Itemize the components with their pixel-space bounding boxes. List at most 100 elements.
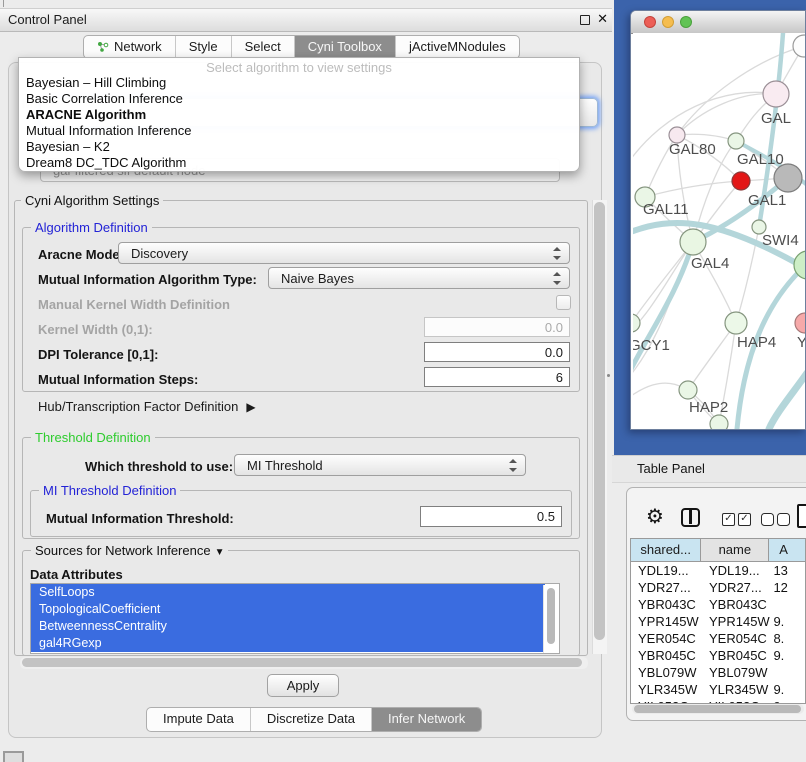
node-label: GAL1 xyxy=(748,192,786,209)
tab-select[interactable]: Select xyxy=(231,36,294,58)
float-window-button[interactable] xyxy=(580,15,590,25)
network-node[interactable] xyxy=(710,415,728,429)
attributes-scrollbar-thumb[interactable] xyxy=(547,588,555,644)
threshold-definition-title: Threshold Definition xyxy=(31,430,155,445)
checked-checkbox-icon[interactable]: ✓ xyxy=(722,513,735,526)
network-node-hap2[interactable] xyxy=(679,381,697,399)
node-table[interactable]: shared... name A YDL19...YDL19...13YDR27… xyxy=(630,538,806,704)
mi-type-combobox[interactable]: Naive Bayes xyxy=(268,267,570,289)
tab-style[interactable]: Style xyxy=(175,36,231,58)
attribute-item[interactable]: gal4RGexp xyxy=(31,635,545,652)
node-label: Y xyxy=(797,334,805,351)
table-cell: 8. xyxy=(770,630,805,647)
network-window-titlebar[interactable] xyxy=(631,11,805,34)
splitter-handle[interactable] xyxy=(607,374,610,377)
node-label: SWI4 xyxy=(762,232,799,249)
close-window-icon[interactable] xyxy=(644,16,656,28)
close-panel-button[interactable]: ✕ xyxy=(597,11,608,27)
attribute-item[interactable]: SelfLoops xyxy=(31,584,545,601)
sources-title-text: Sources for Network Inference xyxy=(35,543,211,558)
network-node-y[interactable] xyxy=(795,313,805,333)
minimize-window-icon[interactable] xyxy=(662,16,674,28)
unchecked-checkbox-icon[interactable] xyxy=(777,513,790,526)
table-row[interactable]: YBL079WYBL079W xyxy=(631,664,805,681)
table-row[interactable]: YBR045CYBR045C9. xyxy=(631,647,805,664)
node-label: GAL4 xyxy=(691,255,729,272)
network-node-gal[interactable] xyxy=(763,81,789,107)
dpi-tolerance-field[interactable]: 0.0 xyxy=(424,342,570,362)
table-row[interactable]: YLR345WYLR345W9. xyxy=(631,681,805,698)
checked-checkbox-icon[interactable]: ✓ xyxy=(738,513,751,526)
mi-threshold-label: Mutual Information Threshold: xyxy=(46,511,234,526)
table-cell: YER054C xyxy=(631,630,702,647)
table-cell: YBL079W xyxy=(702,664,770,681)
algorithm-option[interactable]: Bayesian – Hill Climbing xyxy=(19,75,579,91)
network-node-gcy1[interactable] xyxy=(633,314,640,332)
settings-horizontal-scrollbar-thumb[interactable] xyxy=(22,658,582,667)
column-header-shared-name[interactable]: shared... xyxy=(631,539,701,561)
mi-threshold-field[interactable]: 0.5 xyxy=(420,506,562,527)
column-header-name[interactable]: name xyxy=(701,539,769,561)
node-label: GAL80 xyxy=(669,141,716,158)
kernel-width-field[interactable]: 0.0 xyxy=(424,317,570,337)
algorithm-option[interactable]: Dream8 DC_TDC Algorithm xyxy=(19,155,579,171)
stepper-icon xyxy=(553,271,562,286)
network-node-gal1[interactable] xyxy=(732,172,750,190)
manual-kernel-checkbox[interactable] xyxy=(556,295,571,310)
table-horizontal-scrollbar xyxy=(632,704,804,714)
minimized-panel-icon[interactable] xyxy=(3,751,24,762)
tab-impute-data[interactable]: Impute Data xyxy=(147,708,250,731)
table-row[interactable]: YDL19...YDL19...13 xyxy=(631,562,805,579)
algorithm-option[interactable]: Mutual Information Inference xyxy=(19,123,579,139)
algorithm-option[interactable]: Basic Correlation Inference xyxy=(19,91,579,107)
document-icon[interactable] xyxy=(797,504,806,528)
table-cell: YLR345W xyxy=(631,681,702,698)
mi-type-value: Naive Bayes xyxy=(281,271,354,286)
tab-discretize-data[interactable]: Discretize Data xyxy=(250,708,371,731)
data-attributes-list[interactable]: SelfLoopsTopologicalCoefficientBetweenne… xyxy=(30,583,560,654)
apply-button[interactable]: Apply xyxy=(267,674,339,697)
algorithm-option[interactable]: ARACNE Algorithm xyxy=(19,107,579,123)
gear-icon[interactable]: ⚙ xyxy=(646,504,664,529)
hub-definition-expander[interactable]: Hub/Transcription Factor Definition▶ xyxy=(38,399,256,414)
tab-infer-network[interactable]: Infer Network xyxy=(371,708,481,731)
table-panel-titlebar: Table Panel xyxy=(612,455,806,483)
columns-icon[interactable] xyxy=(681,508,700,527)
attribute-item[interactable]: BetweennessCentrality xyxy=(31,618,545,635)
table-cell: YDL19... xyxy=(631,562,702,579)
bottom-tabs: Impute Data Discretize Data Infer Networ… xyxy=(146,707,482,732)
which-threshold-combobox[interactable]: MI Threshold xyxy=(234,454,526,476)
sources-group-title[interactable]: Sources for Network Inference▼ xyxy=(31,543,228,558)
node-label: GAL11 xyxy=(643,201,689,218)
tab-network[interactable]: Network xyxy=(84,36,175,58)
tab-cyni-toolbox[interactable]: Cyni Toolbox xyxy=(294,36,395,58)
tab-label: Select xyxy=(245,36,281,58)
tab-jactivemnodules[interactable]: jActiveMNodules xyxy=(395,36,519,58)
network-canvas[interactable]: GALGAL80GAL10GAL1GAL11SWI4GAL4GCY1HAP4YH… xyxy=(633,33,805,429)
settings-vertical-scrollbar-thumb[interactable] xyxy=(594,202,605,640)
network-node-gal10[interactable] xyxy=(728,133,744,149)
network-window[interactable]: GALGAL80GAL10GAL1GAL11SWI4GAL4GCY1HAP4YH… xyxy=(630,10,806,430)
algorithm-option[interactable]: Bayesian – K2 xyxy=(19,139,579,155)
table-row[interactable]: YBR043CYBR043C xyxy=(631,596,805,613)
table-cell: 9. xyxy=(770,613,805,630)
table-row[interactable]: YDR27...YDR27...12 xyxy=(631,579,805,596)
table-row[interactable]: YER054CYER054C8. xyxy=(631,630,805,647)
network-node-hap4[interactable] xyxy=(725,312,747,334)
table-cell: YDR27... xyxy=(702,579,770,596)
network-node[interactable] xyxy=(793,35,805,57)
table-horizontal-scrollbar-thumb[interactable] xyxy=(634,705,801,713)
column-header-third[interactable]: A xyxy=(769,539,805,561)
table-row[interactable]: YPR145WYPR145W9. xyxy=(631,613,805,630)
mi-steps-field[interactable]: 6 xyxy=(424,367,570,387)
network-icon xyxy=(97,41,109,53)
network-node[interactable] xyxy=(774,164,802,192)
unchecked-checkbox-icon[interactable] xyxy=(761,513,774,526)
zoom-window-icon[interactable] xyxy=(680,16,692,28)
aracne-mode-combobox[interactable]: Discovery xyxy=(118,242,570,264)
table-cell: YBR043C xyxy=(702,596,770,613)
network-node-gal4[interactable] xyxy=(680,229,706,255)
aracne-mode-label: Aracne Mode: xyxy=(38,247,124,262)
attribute-item[interactable]: TopologicalCoefficient xyxy=(31,601,545,618)
table-cell: YPR145W xyxy=(702,613,770,630)
